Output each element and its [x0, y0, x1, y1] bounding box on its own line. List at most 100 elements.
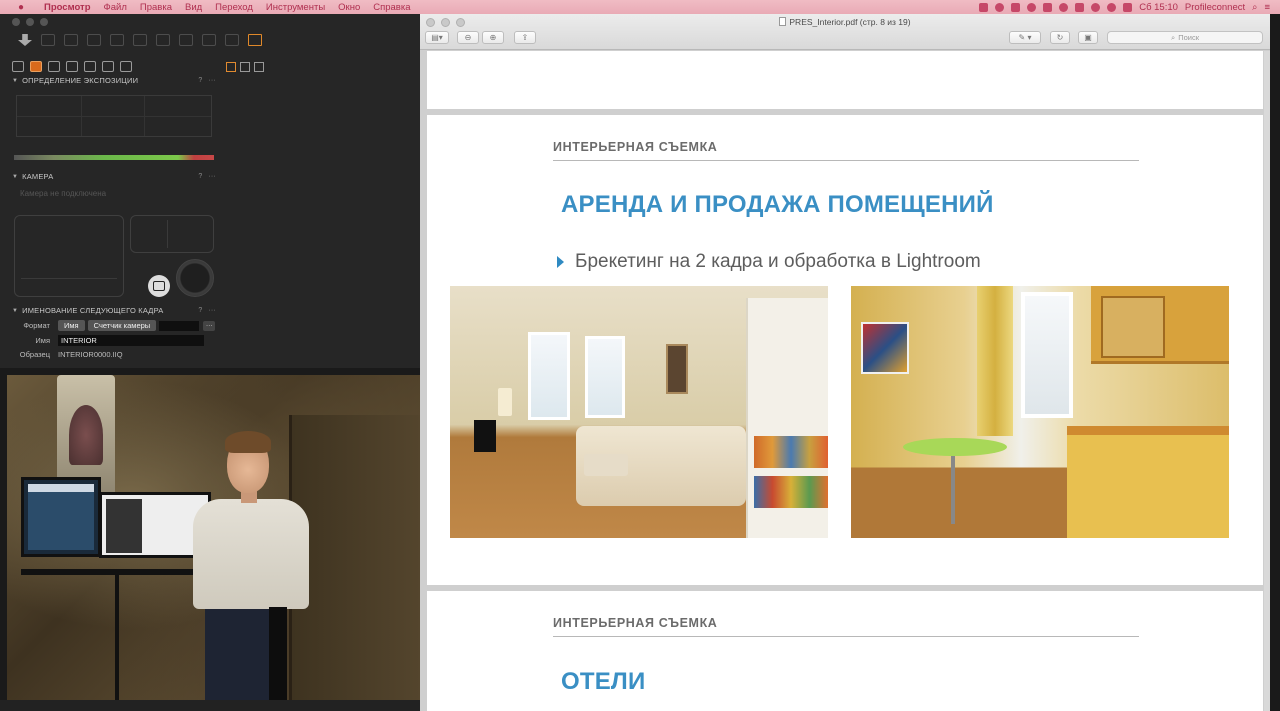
trash-icon[interactable] — [156, 34, 170, 46]
more-icon[interactable]: ··· — [208, 77, 216, 84]
bluetooth-icon[interactable] — [1091, 2, 1101, 12]
folder-tab-icon[interactable] — [12, 61, 24, 72]
zoom-window-button[interactable] — [40, 18, 48, 26]
grid-view-icon[interactable] — [226, 62, 236, 72]
window — [1021, 292, 1073, 418]
status-sync-icon[interactable] — [1027, 2, 1037, 12]
format-row: Формат Имя Счетчик камеры … — [8, 320, 216, 331]
export-icon[interactable] — [64, 34, 78, 46]
metadata-tab-icon[interactable] — [120, 61, 132, 72]
chevron-down-icon[interactable]: ▼ — [12, 78, 18, 84]
kicker-divider — [553, 636, 1139, 637]
shutter-button[interactable] — [176, 259, 214, 297]
status-app-icon[interactable] — [979, 2, 989, 12]
settings-tab-icon[interactable] — [102, 61, 114, 72]
slide-kicker: ИНТЕРЬЕРНАЯ СЪЕМКА — [553, 140, 718, 154]
rotate-button[interactable]: ↻ — [1050, 31, 1070, 44]
document-area[interactable]: ИНТЕРЬЕРНАЯ СЪЕМКА АРЕНДА И ПРОДАЖА ПОМЕ… — [420, 51, 1270, 711]
window — [528, 332, 570, 420]
rotate-left-icon[interactable] — [87, 34, 101, 46]
zoom-in-button[interactable]: ⊕ — [482, 31, 504, 44]
wifi-icon[interactable] — [1107, 2, 1117, 12]
format-more-button[interactable]: … — [203, 320, 216, 331]
pdf-page-current: ИНТЕРЬЕРНАЯ СЪЕМКА АРЕНДА И ПРОДАЖА ПОМЕ… — [427, 115, 1263, 585]
format-token-name[interactable]: Имя — [58, 320, 85, 331]
help-icon[interactable]: ? — [198, 173, 202, 180]
camera-tab-icon[interactable] — [30, 61, 42, 72]
more-icon[interactable]: ··· — [208, 307, 216, 314]
help-icon[interactable]: ? — [198, 307, 202, 314]
dining-table — [903, 438, 1007, 456]
crop-tab-icon[interactable] — [84, 61, 96, 72]
exposure-panel-title: ОПРЕДЕЛЕНИЕ ЭКСПОЗИЦИИ — [22, 76, 139, 85]
search-tab-icon[interactable] — [66, 61, 78, 72]
pdf-document-icon — [779, 17, 787, 26]
menu-tools[interactable]: Инструменты — [266, 2, 325, 13]
camera-panel-title: КАМЕРА — [22, 172, 54, 181]
kitchen-counter — [1067, 426, 1229, 538]
menu-file[interactable]: Файл — [104, 2, 127, 13]
copy-adjustments-icon[interactable] — [248, 34, 262, 46]
desk — [21, 569, 201, 575]
webcam-video — [7, 375, 421, 700]
tool-tabs — [12, 61, 132, 72]
toolbox-button[interactable]: ▣ — [1078, 31, 1098, 44]
menu-view[interactable]: Вид — [185, 2, 202, 13]
rotate-right-icon[interactable] — [110, 34, 124, 46]
share-button[interactable]: ⇪ — [514, 31, 536, 44]
menu-go[interactable]: Переход — [215, 2, 253, 13]
spotlight-search-icon[interactable]: ⌕ — [1252, 2, 1257, 13]
apple-icon[interactable]: ● — [18, 2, 32, 13]
camera-panel-header[interactable]: ▼ КАМЕРА ? ··· — [8, 171, 220, 182]
name-label: Имя — [35, 336, 50, 345]
capture-icon[interactable] — [41, 34, 55, 46]
notification-list-icon[interactable]: ≡ — [1264, 2, 1270, 13]
format-field[interactable] — [159, 320, 200, 331]
format-token-counter[interactable]: Счетчик камеры — [87, 320, 157, 331]
undo-icon[interactable] — [202, 34, 216, 46]
histogram — [16, 95, 212, 137]
menu-window[interactable]: Окно — [338, 2, 360, 13]
sidebar-toggle-button[interactable]: ▤▾ — [425, 31, 449, 44]
naming-panel: ▼ ИМЕНОВАНИЕ СЛЕДУЮЩЕГО КАДРА ? ··· Форм… — [8, 305, 220, 359]
sample-row: Образец INTERIOR0000.IIQ — [8, 350, 123, 359]
exposure-panel: ▼ ОПРЕДЕЛЕНИЕ ЭКСПОЗИЦИИ ? ··· — [8, 75, 220, 160]
stack-icon[interactable] — [133, 34, 147, 46]
close-window-button[interactable] — [12, 18, 20, 26]
status-mail-icon[interactable] — [1043, 2, 1053, 12]
status-evernote-icon[interactable] — [1011, 2, 1021, 12]
kicker-divider — [553, 160, 1139, 161]
color-tab-icon[interactable] — [48, 61, 60, 72]
fullscreen-view-icon[interactable] — [254, 62, 264, 72]
help-icon[interactable]: ? — [198, 77, 202, 84]
menubar-clock[interactable]: Сб 15:10 — [1139, 2, 1178, 13]
exposure-panel-header[interactable]: ▼ ОПРЕДЕЛЕНИЕ ЭКСПОЗИЦИИ ? ··· — [8, 75, 220, 86]
menu-edit[interactable]: Правка — [140, 2, 172, 13]
menu-help[interactable]: Справка — [373, 2, 410, 13]
menubar: ● Просмотр Файл Правка Вид Переход Инстр… — [0, 0, 1280, 14]
menubar-user[interactable]: Profileconnect — [1185, 2, 1245, 13]
single-view-icon[interactable] — [240, 62, 250, 72]
chevron-down-icon[interactable]: ▼ — [12, 308, 18, 314]
bookshelf — [754, 476, 828, 508]
naming-panel-header[interactable]: ▼ ИМЕНОВАНИЕ СЛЕДУЮЩЕГО КАДРА ? ··· — [8, 305, 220, 316]
markup-pen-button[interactable]: ✎ ▾ — [1009, 31, 1041, 44]
live-view-button[interactable] — [148, 275, 170, 297]
bottom-strip — [0, 700, 420, 711]
chevron-down-icon[interactable]: ▼ — [12, 174, 18, 180]
search-field[interactable]: ⌕ Поиск — [1107, 31, 1263, 44]
battery-icon[interactable] — [1123, 2, 1133, 12]
import-icon[interactable] — [18, 34, 32, 46]
name-input[interactable]: INTERIOR — [58, 335, 204, 346]
status-time-machine-icon[interactable] — [1059, 2, 1069, 12]
more-icon[interactable]: ··· — [208, 173, 216, 180]
status-dropbox-icon[interactable] — [995, 2, 1005, 12]
airplay-icon[interactable] — [1075, 2, 1085, 12]
redo-icon[interactable] — [225, 34, 239, 46]
capture-toolbar — [18, 34, 262, 46]
reset-icon[interactable] — [179, 34, 193, 46]
window-title-text: PRES_Interior.pdf (стр. 8 из 19) — [789, 17, 911, 27]
menu-app[interactable]: Просмотр — [44, 2, 91, 13]
zoom-out-button[interactable]: ⊖ — [457, 31, 479, 44]
minimize-window-button[interactable] — [26, 18, 34, 26]
